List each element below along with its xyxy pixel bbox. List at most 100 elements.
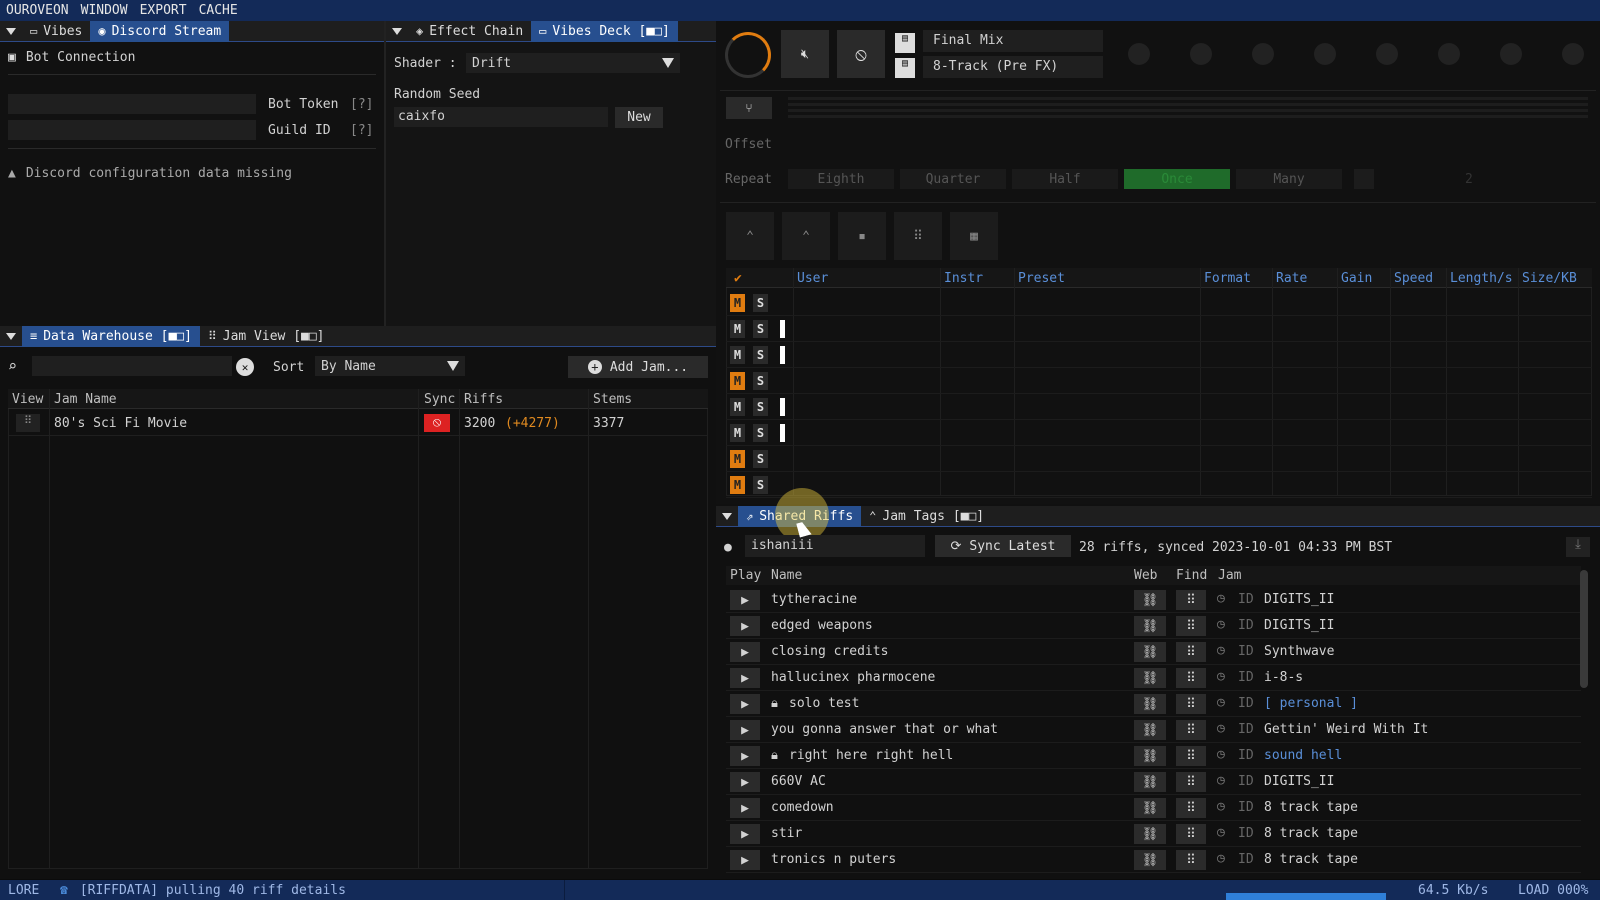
col-stems[interactable]: Stems xyxy=(593,392,632,407)
col-view[interactable]: View xyxy=(12,392,43,407)
bot-connection-header[interactable]: ▣ Bot Connection xyxy=(8,50,135,65)
sync-latest-button[interactable]: ⟳ Sync Latest xyxy=(935,535,1071,557)
col-jam-name[interactable]: Jam Name xyxy=(54,392,117,407)
mute-toggle[interactable]: M xyxy=(730,398,745,416)
solo-toggle[interactable]: S xyxy=(753,320,768,338)
jam-search-input[interactable] xyxy=(32,356,232,376)
col-lengths[interactable]: Length/s xyxy=(1450,271,1513,286)
find-button[interactable]: ⠿ xyxy=(1176,590,1206,610)
web-link-button[interactable]: ⛓ xyxy=(1134,746,1166,766)
repeat-many[interactable]: Many xyxy=(1236,169,1342,189)
menu-item-cache[interactable]: CACHE xyxy=(193,3,244,18)
mute-toggle[interactable]: M xyxy=(730,450,745,468)
guild-id-help[interactable]: [?] xyxy=(350,123,373,138)
tab-vibes[interactable]: ▭ Vibes xyxy=(22,21,90,42)
shader-select[interactable]: Drift xyxy=(466,53,680,73)
download-icon[interactable]: ⤓ xyxy=(1566,537,1590,557)
col-format[interactable]: Format xyxy=(1204,271,1251,286)
tab-discord-stream[interactable]: ◉ Discord Stream xyxy=(90,20,230,42)
menu-item-ouroveon[interactable]: OUROVEON xyxy=(0,3,75,18)
seed-input[interactable]: caixfo xyxy=(394,107,608,127)
web-link-button[interactable]: ⛓ xyxy=(1134,590,1166,610)
web-link-button[interactable]: ⛓ xyxy=(1134,720,1166,740)
stop-button[interactable]: ⦸ xyxy=(837,30,885,78)
view-grid-icon[interactable]: ⠿ xyxy=(16,414,40,432)
collapse-icon[interactable] xyxy=(722,512,732,520)
solo-toggle[interactable]: S xyxy=(753,294,768,312)
play-button[interactable]: ▶ xyxy=(730,590,760,610)
bot-token-input[interactable] xyxy=(8,94,256,114)
final-mix-selector[interactable]: Final Mix xyxy=(923,30,1103,52)
col-speed[interactable]: Speed xyxy=(1394,271,1433,286)
clear-search-icon[interactable]: ✕ xyxy=(236,358,254,376)
tab-jam-tags[interactable]: ⌃ Jam Tags [■□] xyxy=(861,506,992,527)
find-button[interactable]: ⠿ xyxy=(1176,668,1206,688)
final-mix-icon[interactable]: ▤ xyxy=(895,33,915,53)
double-up-button[interactable]: ⌃ xyxy=(782,212,830,260)
col-play[interactable]: Play xyxy=(730,568,761,583)
web-link-button[interactable]: ⛓ xyxy=(1134,694,1166,714)
find-button[interactable]: ⠿ xyxy=(1176,746,1206,766)
user-input[interactable]: ishaniii xyxy=(745,535,925,557)
solo-toggle[interactable]: S xyxy=(753,398,768,416)
col-web[interactable]: Web xyxy=(1134,568,1157,583)
col-riffs[interactable]: Riffs xyxy=(464,392,503,407)
grid-button[interactable]: ⠿ xyxy=(894,212,942,260)
gain-knob[interactable] xyxy=(725,32,771,78)
sync-blocked-icon[interactable]: ⦸ xyxy=(424,414,450,432)
play-button[interactable]: ▶ xyxy=(730,694,760,714)
find-button[interactable]: ⠿ xyxy=(1176,616,1206,636)
col-name[interactable]: Name xyxy=(771,568,802,583)
web-link-button[interactable]: ⛓ xyxy=(1134,668,1166,688)
play-button[interactable]: ▶ xyxy=(730,798,760,818)
col-rate[interactable]: Rate xyxy=(1276,271,1307,286)
play-button[interactable]: ▶ xyxy=(730,824,760,844)
eight-track-icon[interactable]: ▤ xyxy=(895,58,915,78)
col-instr[interactable]: Instr xyxy=(944,271,983,286)
repeat-once[interactable]: Once xyxy=(1124,169,1230,189)
repeat-eighth[interactable]: Eighth xyxy=(788,169,894,189)
web-link-button[interactable]: ⛓ xyxy=(1134,642,1166,662)
find-button[interactable]: ⠿ xyxy=(1176,720,1206,740)
col-gain[interactable]: Gain xyxy=(1341,271,1372,286)
solo-toggle[interactable]: S xyxy=(753,424,768,442)
collapse-icon[interactable] xyxy=(392,27,402,35)
timeline-bar[interactable] xyxy=(788,97,1588,119)
solo-toggle[interactable]: S xyxy=(753,450,768,468)
mute-toggle[interactable]: M xyxy=(730,424,745,442)
solo-toggle[interactable]: S xyxy=(753,476,768,494)
repeat-count-box[interactable] xyxy=(1354,169,1374,189)
riffs-scrollbar[interactable] xyxy=(1580,570,1588,688)
web-link-button[interactable]: ⛓ xyxy=(1134,824,1166,844)
web-link-button[interactable]: ⛓ xyxy=(1134,616,1166,636)
find-button[interactable]: ⠿ xyxy=(1176,642,1206,662)
tab-vibes-deck[interactable]: ▭ Vibes Deck [■□] xyxy=(531,20,678,42)
mute-toggle[interactable]: M xyxy=(730,346,745,364)
route-button[interactable]: ⑂ xyxy=(726,97,772,119)
add-jam-button[interactable]: + Add Jam... xyxy=(568,356,708,378)
play-button[interactable]: ▶ xyxy=(730,850,760,870)
tab-data-warehouse[interactable]: ≡ Data Warehouse [■□] xyxy=(22,325,200,347)
sort-select[interactable]: By Name xyxy=(315,356,465,376)
find-button[interactable]: ⠿ xyxy=(1176,850,1206,870)
collapse-icon[interactable] xyxy=(6,27,16,35)
mute-toggle[interactable]: M xyxy=(730,320,745,338)
eight-track-selector[interactable]: 8-Track (Pre FX) xyxy=(923,56,1103,78)
play-button[interactable]: ▶ xyxy=(730,720,760,740)
menu-item-export[interactable]: EXPORT xyxy=(134,3,193,18)
new-seed-button[interactable]: New xyxy=(615,107,663,128)
jam-name[interactable]: [ personal ] xyxy=(1264,696,1358,711)
guild-id-input[interactable] xyxy=(8,120,256,140)
mute-toggle[interactable]: M xyxy=(730,372,745,390)
web-link-button[interactable]: ⛓ xyxy=(1134,850,1166,870)
select-all-check-icon[interactable]: ✔ xyxy=(734,271,742,286)
web-link-button[interactable]: ⛓ xyxy=(1134,798,1166,818)
repeat-half[interactable]: Half xyxy=(1012,169,1118,189)
mute-button[interactable]: 🔇︎ xyxy=(781,30,829,78)
save-button[interactable]: ▪ xyxy=(838,212,886,260)
play-button[interactable]: ▶ xyxy=(730,642,760,662)
tab-effect-chain[interactable]: ◈ Effect Chain xyxy=(408,21,531,42)
mute-toggle[interactable]: M xyxy=(730,294,745,312)
find-button[interactable]: ⠿ xyxy=(1176,824,1206,844)
calendar-button[interactable]: ▦ xyxy=(950,212,998,260)
